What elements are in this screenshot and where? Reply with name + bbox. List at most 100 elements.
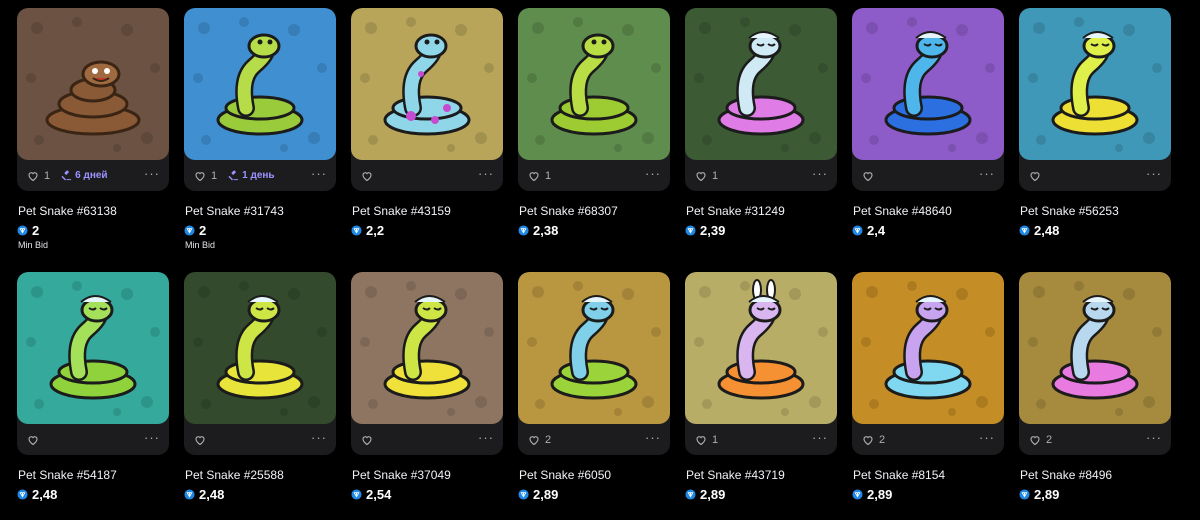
ton-icon [1019,225,1030,236]
nft-card[interactable]: ··· Pet Snake #37049 2,54 [351,272,503,502]
card-frame[interactable]: 1 1 день ··· [184,8,336,191]
nft-image[interactable] [351,272,503,424]
more-options-icon[interactable]: ··· [812,431,828,444]
heart-icon[interactable] [27,170,39,182]
more-options-icon[interactable]: ··· [979,167,995,180]
heart-icon[interactable] [862,170,874,182]
card-frame[interactable]: ··· [17,272,169,455]
nft-card[interactable]: ··· Pet Snake #43159 2,2 [351,8,503,238]
nft-image[interactable] [17,8,169,160]
blue-spotted-snake-icon [351,8,503,160]
more-options-icon[interactable]: ··· [1146,431,1162,444]
card-actions: ··· [852,160,1004,191]
card-frame[interactable]: 1 ··· [685,8,837,191]
heart-icon[interactable] [1029,434,1041,446]
nft-image[interactable] [685,8,837,160]
card-frame[interactable]: 2 ··· [1019,272,1171,455]
nft-card[interactable]: 2 ··· Pet Snake #8154 2,89 [852,272,1004,502]
nft-grid: 1 6 дней ··· Pet Snake #63138 2 Min Bid 1… [0,0,1200,520]
heart-icon[interactable] [862,434,874,446]
card-frame[interactable]: 1 ··· [518,8,670,191]
card-frame[interactable]: ··· [1019,8,1171,191]
card-actions: 1 ··· [685,160,837,191]
nft-image[interactable] [184,272,336,424]
nft-name[interactable]: Pet Snake #48640 [852,204,1004,218]
more-options-icon[interactable]: ··· [645,431,661,444]
nft-price: 2,89 [685,487,837,502]
heart-icon[interactable] [27,434,39,446]
nft-card[interactable]: 1 ··· Pet Snake #31249 2,39 [685,8,837,238]
card-frame[interactable]: 1 ··· [685,272,837,455]
more-options-icon[interactable]: ··· [311,167,327,180]
more-options-icon[interactable]: ··· [478,431,494,444]
nft-image[interactable] [351,8,503,160]
heart-icon[interactable] [361,170,373,182]
green-sleepy-snake-icon [518,272,670,424]
card-actions: 2 ··· [518,424,670,455]
nft-name[interactable]: Pet Snake #54187 [17,468,169,482]
nft-price: 2,54 [351,487,503,502]
heart-icon[interactable] [695,170,707,182]
heart-icon[interactable] [528,434,540,446]
nft-name[interactable]: Pet Snake #56253 [1019,204,1171,218]
card-frame[interactable]: 2 ··· [852,272,1004,455]
nft-card[interactable]: 2 ··· Pet Snake #6050 2,89 [518,272,670,502]
nft-image[interactable] [685,272,837,424]
price-value: 2,4 [867,223,886,238]
nft-name[interactable]: Pet Snake #8154 [852,468,1004,482]
nft-name[interactable]: Pet Snake #31249 [685,204,837,218]
heart-icon[interactable] [1029,170,1041,182]
nft-image[interactable] [852,8,1004,160]
heart-icon[interactable] [695,434,707,446]
nft-price: 2,2 [351,223,503,238]
heart-icon[interactable] [194,434,206,446]
auction-time-left: 1 день [242,170,275,181]
nft-name[interactable]: Pet Snake #31743 [184,204,336,218]
heart-icon[interactable] [361,434,373,446]
nft-name[interactable]: Pet Snake #68307 [518,204,670,218]
nft-image[interactable] [1019,8,1171,160]
nft-name[interactable]: Pet Snake #43719 [685,468,837,482]
nft-image[interactable] [17,272,169,424]
more-options-icon[interactable]: ··· [144,431,160,444]
nft-card[interactable]: 2 ··· Pet Snake #8496 2,89 [1019,272,1171,502]
more-options-icon[interactable]: ··· [144,167,160,180]
nft-card[interactable]: 1 6 дней ··· Pet Snake #63138 2 Min Bid [17,8,169,250]
nft-card[interactable]: ··· Pet Snake #48640 2,4 [852,8,1004,238]
card-frame[interactable]: 2 ··· [518,272,670,455]
nft-image[interactable] [852,272,1004,424]
nft-card[interactable]: 1 ··· Pet Snake #43719 2,89 [685,272,837,502]
heart-icon[interactable] [528,170,540,182]
ton-icon [518,225,529,236]
nft-image[interactable] [184,8,336,160]
card-frame[interactable]: ··· [351,272,503,455]
more-options-icon[interactable]: ··· [1146,167,1162,180]
card-frame[interactable]: ··· [852,8,1004,191]
more-options-icon[interactable]: ··· [311,431,327,444]
nft-image[interactable] [518,8,670,160]
nft-name[interactable]: Pet Snake #25588 [184,468,336,482]
nft-name[interactable]: Pet Snake #63138 [17,204,169,218]
more-options-icon[interactable]: ··· [979,431,995,444]
card-frame[interactable]: ··· [351,8,503,191]
nft-card[interactable]: ··· Pet Snake #54187 2,48 [17,272,169,502]
nft-image[interactable] [1019,272,1171,424]
nft-name[interactable]: Pet Snake #43159 [351,204,503,218]
nft-name[interactable]: Pet Snake #6050 [518,468,670,482]
heart-icon[interactable] [194,170,206,182]
nft-name[interactable]: Pet Snake #37049 [351,468,503,482]
nft-card[interactable]: ··· Pet Snake #56253 2,48 [1019,8,1171,238]
more-options-icon[interactable]: ··· [645,167,661,180]
nft-name[interactable]: Pet Snake #8496 [1019,468,1171,482]
card-frame[interactable]: ··· [184,272,336,455]
more-options-icon[interactable]: ··· [812,167,828,180]
nft-card[interactable]: 1 ··· Pet Snake #68307 2,38 [518,8,670,238]
more-options-icon[interactable]: ··· [478,167,494,180]
card-frame[interactable]: 1 6 дней ··· [17,8,169,191]
nft-image[interactable] [518,272,670,424]
green-sleepy-snake-icon [17,272,169,424]
nft-card[interactable]: ··· Pet Snake #25588 2,48 [184,272,336,502]
nft-card[interactable]: 1 1 день ··· Pet Snake #31743 2 Min Bid [184,8,336,250]
ton-icon [351,489,362,500]
price-value: 2,89 [700,487,726,502]
